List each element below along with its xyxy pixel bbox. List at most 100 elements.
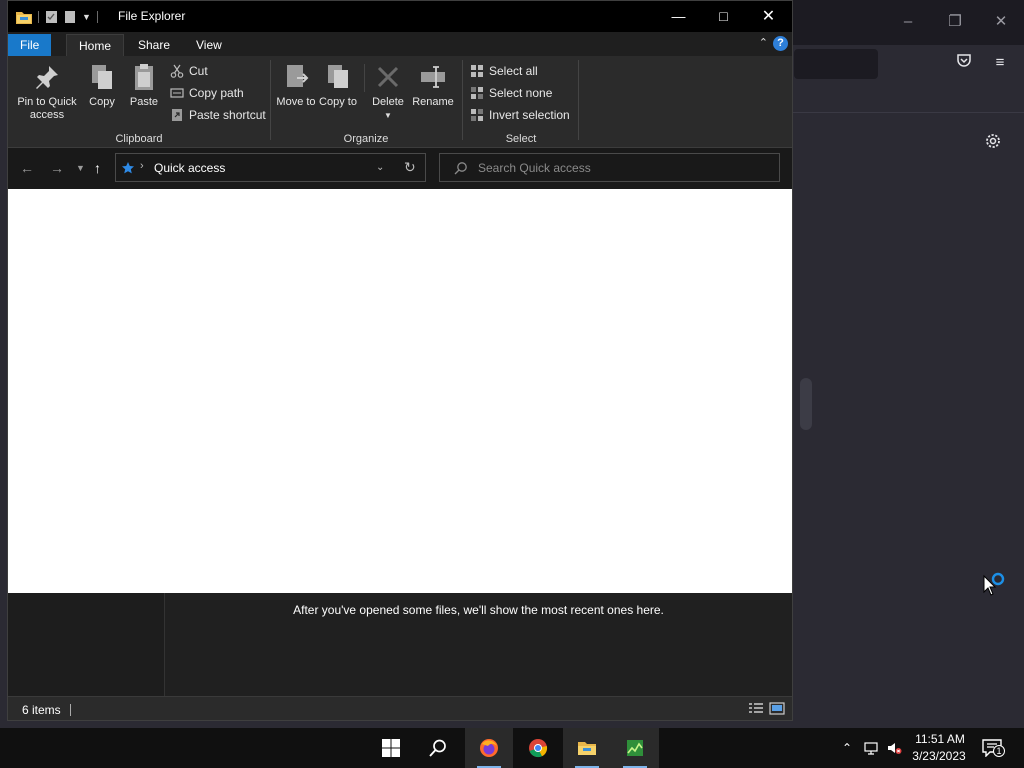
gear-icon[interactable]: [982, 133, 1004, 155]
tab-view[interactable]: View: [184, 34, 234, 56]
breadcrumb-quick-access[interactable]: Quick access: [154, 161, 225, 175]
windows-logo-icon: [382, 739, 400, 757]
search-input[interactable]: [478, 158, 768, 178]
invert-selection-label: Invert selection: [489, 108, 570, 122]
address-bar[interactable]: › Quick access ⌄ ↻: [115, 153, 426, 182]
refresh-icon[interactable]: ↻: [404, 159, 416, 176]
start-button[interactable]: [367, 728, 415, 768]
forward-arrow-icon[interactable]: →: [50, 160, 64, 176]
show-hidden-icons-chevron-icon[interactable]: ⌃: [839, 740, 855, 756]
firefox-icon: [480, 739, 498, 757]
file-explorer-window: ▼ File Explorer — □ ✕ File Home Share Vi…: [7, 0, 793, 721]
status-separator: [70, 704, 71, 716]
select-all-button[interactable]: Select all: [470, 62, 538, 80]
copy-path-button[interactable]: Copy path: [170, 84, 244, 102]
quick-access-star-icon: [122, 162, 134, 174]
notification-center-button[interactable]: 1: [982, 739, 1005, 759]
title-bar[interactable]: ▼ File Explorer — □ ✕: [8, 1, 792, 32]
search-button[interactable]: [414, 728, 462, 768]
invert-selection-button[interactable]: Invert selection: [470, 106, 570, 124]
help-icon[interactable]: ?: [773, 36, 788, 51]
browser-scrollbar[interactable]: [800, 378, 812, 430]
chevron-up-icon[interactable]: ⌃: [759, 36, 768, 49]
customize-qat-icon[interactable]: ▼: [82, 12, 91, 22]
delete-label: Delete: [372, 96, 404, 108]
breadcrumb-chevron-icon[interactable]: ›: [140, 160, 144, 172]
maximize-icon: □: [719, 8, 728, 24]
recent-files-pane[interactable]: After you've opened some files, we'll sh…: [165, 593, 792, 696]
delete-dropdown-icon[interactable]: ▼: [368, 109, 408, 122]
close-button[interactable]: ✕: [746, 1, 791, 32]
organize-separator: [364, 64, 365, 92]
invert-selection-icon: [471, 109, 483, 121]
recent-locations-chevron-icon[interactable]: ▼: [76, 163, 85, 173]
back-arrow-icon[interactable]: ←: [20, 160, 34, 176]
cut-label: Cut: [189, 64, 208, 78]
copy-to-icon: [328, 65, 348, 88]
tab-share[interactable]: Share: [126, 34, 182, 56]
paste-shortcut-label: Paste shortcut: [189, 108, 266, 122]
window-title: File Explorer: [118, 9, 186, 23]
organize-group-label: Organize: [343, 133, 389, 145]
rename-button[interactable]: Rename: [410, 62, 456, 109]
group-separator: [462, 60, 463, 140]
move-to-label: Move to: [276, 96, 316, 108]
large-icons-view-icon[interactable]: [769, 702, 785, 715]
group-separator: [578, 60, 579, 140]
paste-shortcut-button[interactable]: Paste shortcut: [170, 106, 266, 124]
tab-home[interactable]: Home: [66, 34, 125, 56]
clock-time[interactable]: 11:51 AM: [910, 732, 970, 746]
rename-label: Rename: [412, 96, 454, 108]
paste-shortcut-icon: [172, 109, 182, 121]
firefox-taskbar-button[interactable]: [465, 728, 513, 768]
cut-button[interactable]: Cut: [170, 62, 208, 80]
new-folder-icon[interactable]: [64, 10, 76, 24]
browser-close-icon[interactable]: ✕: [989, 10, 1013, 34]
organize-group: Move to Copy to Delete ▼ Rename Organize: [272, 56, 460, 148]
paste-button[interactable]: Paste: [126, 62, 162, 109]
pin-to-quick-access-button[interactable]: Pin to Quick access: [14, 62, 80, 122]
group-separator: [270, 60, 271, 140]
clock-date[interactable]: 3/23/2023: [908, 749, 970, 763]
address-dropdown-icon[interactable]: ⌄: [376, 162, 384, 173]
copy-to-button[interactable]: Copy to: [318, 62, 358, 109]
move-to-icon: [287, 65, 309, 87]
tab-file[interactable]: File: [8, 34, 52, 56]
chrome-taskbar-button[interactable]: [514, 728, 562, 768]
file-content-area[interactable]: [8, 189, 792, 593]
pin-label: Pin to Quick access: [17, 96, 77, 121]
maximize-button[interactable]: □: [701, 1, 746, 32]
delete-button[interactable]: Delete ▼: [368, 62, 408, 122]
network-icon[interactable]: [863, 740, 879, 756]
task-manager-taskbar-button[interactable]: [611, 728, 659, 768]
file-explorer-icon: [578, 742, 596, 755]
up-arrow-icon[interactable]: ↑: [94, 160, 101, 176]
search-box[interactable]: [439, 153, 780, 182]
browser-restore-icon[interactable]: ❐: [943, 10, 967, 34]
select-group-label: Select: [505, 133, 537, 145]
hamburger-menu-icon[interactable]: ≡: [989, 52, 1011, 74]
clipboard-group: Pin to Quick access Copy Paste Cut Copy …: [8, 56, 270, 148]
select-group: Select all Select none Invert selection …: [464, 56, 578, 148]
volume-muted-icon[interactable]: [886, 740, 902, 756]
file-explorer-taskbar-button[interactable]: [563, 728, 611, 768]
status-bar: 6 items: [8, 696, 792, 720]
pocket-icon[interactable]: [953, 52, 975, 74]
search-icon: [454, 162, 467, 175]
browser-url-bar[interactable]: [794, 49, 878, 79]
navigation-pane[interactable]: [8, 593, 165, 696]
notification-count-badge: 1: [993, 745, 1005, 757]
rename-icon: [421, 66, 445, 88]
copy-button[interactable]: Copy: [84, 62, 120, 109]
minimize-button[interactable]: —: [656, 1, 701, 32]
browser-minimize-icon[interactable]: –: [896, 10, 920, 34]
properties-icon[interactable]: [45, 10, 58, 24]
quick-access-toolbar: ▼: [16, 8, 98, 26]
chrome-icon: [529, 739, 548, 758]
pin-icon: [36, 66, 58, 89]
item-count: 6 items: [22, 703, 61, 717]
ribbon-tab-bar: File Home Share View ⌃ ?: [8, 32, 792, 56]
details-view-icon[interactable]: [748, 702, 764, 715]
select-none-button[interactable]: Select none: [470, 84, 552, 102]
move-to-button[interactable]: Move to: [276, 62, 316, 109]
